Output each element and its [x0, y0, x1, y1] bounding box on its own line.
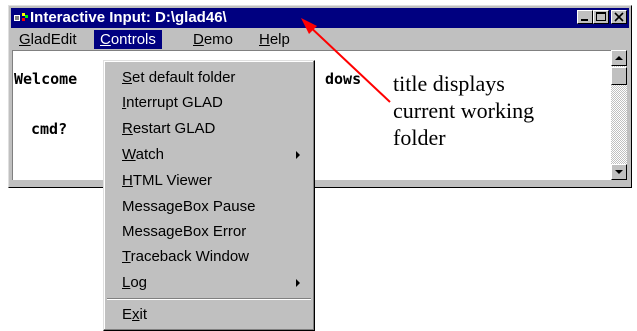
annotation-arrow-line [305, 22, 391, 103]
annotation-arrow [301, 18, 391, 103]
